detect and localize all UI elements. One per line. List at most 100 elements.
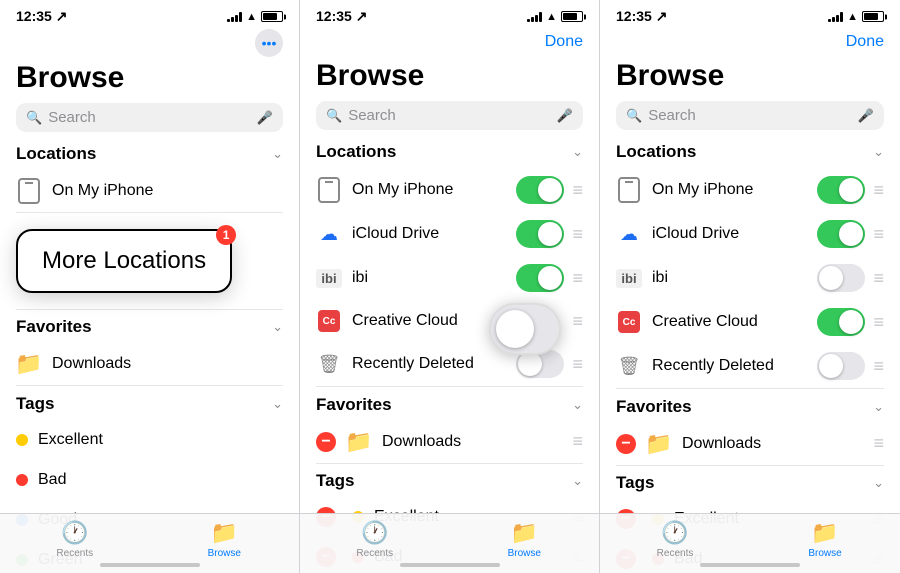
search-bar-2[interactable]: 🔍 Search 🎤: [316, 101, 583, 130]
favorites-title-2: Favorites: [316, 395, 392, 415]
drag-handle-icloud-3[interactable]: ≡: [873, 224, 884, 245]
toggle-icloud-2[interactable]: [516, 220, 564, 248]
toggle-onmyphone-2[interactable]: [516, 176, 564, 204]
cc-item-2[interactable]: Cc Creative Cloud ≡: [300, 300, 599, 342]
home-indicator-2: [400, 563, 500, 567]
icloud-item-2[interactable]: ☁ iCloud Drive ≡: [300, 212, 599, 256]
onmyphone-icon-2: [316, 177, 342, 203]
folder-icon-1: 📁: [16, 351, 42, 377]
favorites-title-1: Favorites: [16, 317, 92, 337]
drag-handle-icloud[interactable]: ≡: [572, 224, 583, 245]
toggle-recently-deleted-3[interactable]: [817, 352, 865, 380]
nav-bar-3: Done: [600, 29, 900, 59]
ibi-icon-3: ibi: [616, 265, 642, 291]
favorites-title-3: Favorites: [616, 397, 692, 417]
locations-title-1: Locations: [16, 144, 96, 164]
onmyphone-item-2[interactable]: On My iPhone ≡: [300, 168, 599, 212]
minus-btn-downloads-3[interactable]: −: [616, 434, 636, 454]
signal-bar: [235, 15, 238, 22]
recents-label-2: Recents: [356, 548, 393, 559]
cc-icon-2: Cc: [316, 308, 342, 334]
icloud-right-2: ≡: [516, 220, 583, 248]
phone-frame-3: 12:35 ↗ ▲ Done Browse 🔍 Search 🎤 Locatio…: [600, 0, 900, 573]
cc-item-3[interactable]: Cc Creative Cloud ≡: [600, 300, 900, 344]
ibi-item-2[interactable]: ibi ibi ≡: [300, 256, 599, 300]
page-title-1: Browse: [0, 61, 299, 103]
drag-handle-trash[interactable]: ≡: [572, 354, 583, 375]
battery-icon-2: [561, 11, 583, 22]
locations-header-2: Locations ⌄: [300, 142, 599, 168]
tag-bad-1[interactable]: Bad: [0, 460, 299, 500]
ibi-right-3: ≡: [817, 264, 884, 292]
done-button-2[interactable]: Done: [545, 33, 583, 51]
toggle-ibi-3[interactable]: [817, 264, 865, 292]
home-indicator-1: [100, 563, 200, 567]
minus-btn-downloads-2[interactable]: −: [316, 432, 336, 452]
search-bar-1[interactable]: 🔍 Search 🎤: [16, 103, 283, 132]
tags-title-1: Tags: [16, 394, 54, 414]
phone-device-icon: [18, 178, 40, 204]
ibi-item-3[interactable]: ibi ibi ≡: [600, 256, 900, 300]
downloads-item-2[interactable]: − 📁 Downloads ≡: [300, 421, 599, 463]
downloads-item-3[interactable]: − 📁 Downloads ≡: [600, 423, 900, 465]
locations-header-3: Locations ⌄: [600, 142, 900, 168]
more-locations-overlay[interactable]: More Locations 1: [16, 229, 232, 293]
trash-icon-2: 🗑: [316, 351, 342, 377]
home-indicator-3: [700, 563, 800, 567]
chevron-icon-fav-2: ⌄: [572, 397, 583, 413]
onmyphone-right-2: ≡: [516, 176, 583, 204]
content-scroll-2: Locations ⌄ On My iPhone ≡ ☁ iCloud Driv…: [300, 142, 599, 573]
recently-deleted-label-2: Recently Deleted: [352, 355, 506, 373]
toggle-icloud-3[interactable]: [817, 220, 865, 248]
drag-handle-ibi-3[interactable]: ≡: [873, 268, 884, 289]
onmyphone-item-1[interactable]: On My iPhone: [0, 170, 299, 212]
recently-deleted-item-3[interactable]: 🗑 Recently Deleted ≡: [600, 344, 900, 388]
drag-handle-trash-3[interactable]: ≡: [873, 356, 884, 377]
status-bar-2: 12:35 ↗ ▲: [300, 0, 599, 29]
cc-label-3: Creative Cloud: [652, 313, 807, 331]
more-button[interactable]: •••: [255, 29, 283, 57]
page-title-3: Browse: [600, 59, 900, 101]
onmyphone-icon-3: [616, 177, 642, 203]
folder-icon-3: 📁: [646, 431, 672, 457]
tag-excellent-1[interactable]: Excellent: [0, 420, 299, 460]
locations-title-2: Locations: [316, 142, 396, 162]
toggle-cc-3[interactable]: [817, 308, 865, 336]
more-locations-text: More Locations: [42, 247, 206, 275]
toggle-cc-zoomed-2[interactable]: [489, 303, 561, 355]
search-placeholder-2: Search: [348, 107, 551, 124]
tag-excellent-label-1: Excellent: [38, 431, 283, 449]
search-bar-3[interactable]: 🔍 Search 🎤: [616, 101, 884, 130]
search-icon-1: 🔍: [26, 110, 42, 126]
recently-deleted-item-2[interactable]: 🗑 Recently Deleted ≡: [300, 342, 599, 386]
drag-handle-cc-3[interactable]: ≡: [873, 312, 884, 333]
battery-icon-3: [862, 11, 884, 22]
icloud-item-3[interactable]: ☁ iCloud Drive ≡: [600, 212, 900, 256]
drag-handle-downloads-3[interactable]: ≡: [873, 433, 884, 454]
onmyphone-item-3[interactable]: On My iPhone ≡: [600, 168, 900, 212]
drag-handle-onmyphone-3[interactable]: ≡: [873, 180, 884, 201]
toggle-onmyphone-3[interactable]: [817, 176, 865, 204]
toggle-knob-zoomed: [496, 310, 534, 348]
status-bar-3: 12:35 ↗ ▲: [600, 0, 900, 29]
done-button-3[interactable]: Done: [846, 33, 884, 51]
icloud-icon-2: ☁: [316, 221, 342, 247]
onmyphone-label-1: On My iPhone: [52, 182, 283, 200]
search-icon-3: 🔍: [626, 108, 642, 124]
battery-icon: [261, 11, 283, 22]
drag-handle-cc[interactable]: ≡: [572, 311, 583, 332]
tags-title-2: Tags: [316, 471, 354, 491]
onmyphone-label-2: On My iPhone: [352, 181, 506, 199]
cc-label-2: Creative Cloud: [352, 312, 499, 330]
downloads-item-1[interactable]: 📁 Downloads: [0, 343, 299, 385]
downloads-label-1: Downloads: [52, 355, 283, 373]
drag-handle[interactable]: ≡: [572, 180, 583, 201]
drag-handle-ibi[interactable]: ≡: [572, 268, 583, 289]
chevron-icon-1: ⌄: [272, 146, 283, 162]
tags-header-2: Tags ⌄: [300, 471, 599, 497]
recently-deleted-right-3: ≡: [817, 352, 884, 380]
tags-title-3: Tags: [616, 473, 654, 493]
toggle-ibi-2[interactable]: [516, 264, 564, 292]
wifi-icon: ▲: [246, 11, 257, 23]
drag-handle-downloads[interactable]: ≡: [572, 431, 583, 452]
